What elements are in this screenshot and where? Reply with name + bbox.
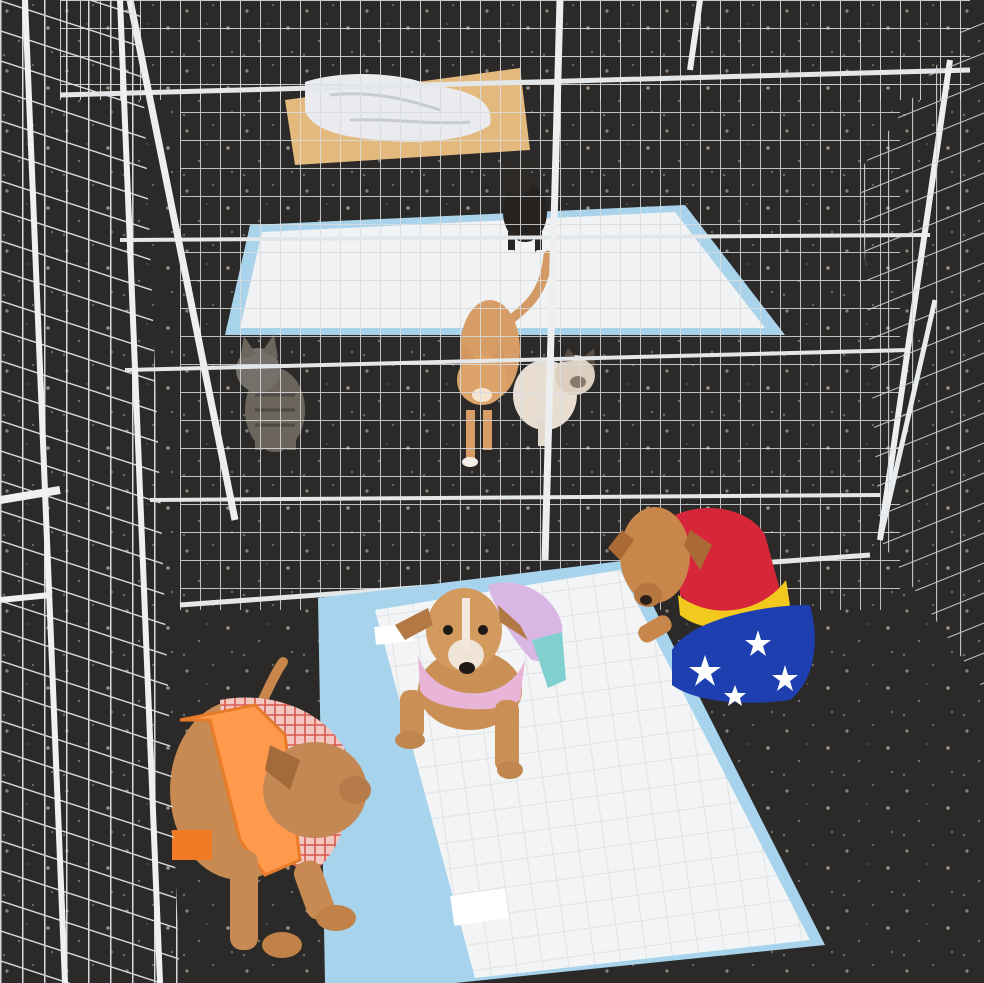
photo-scene bbox=[0, 0, 984, 983]
photo bbox=[0, 0, 984, 983]
back-fence bbox=[59, 0, 971, 610]
